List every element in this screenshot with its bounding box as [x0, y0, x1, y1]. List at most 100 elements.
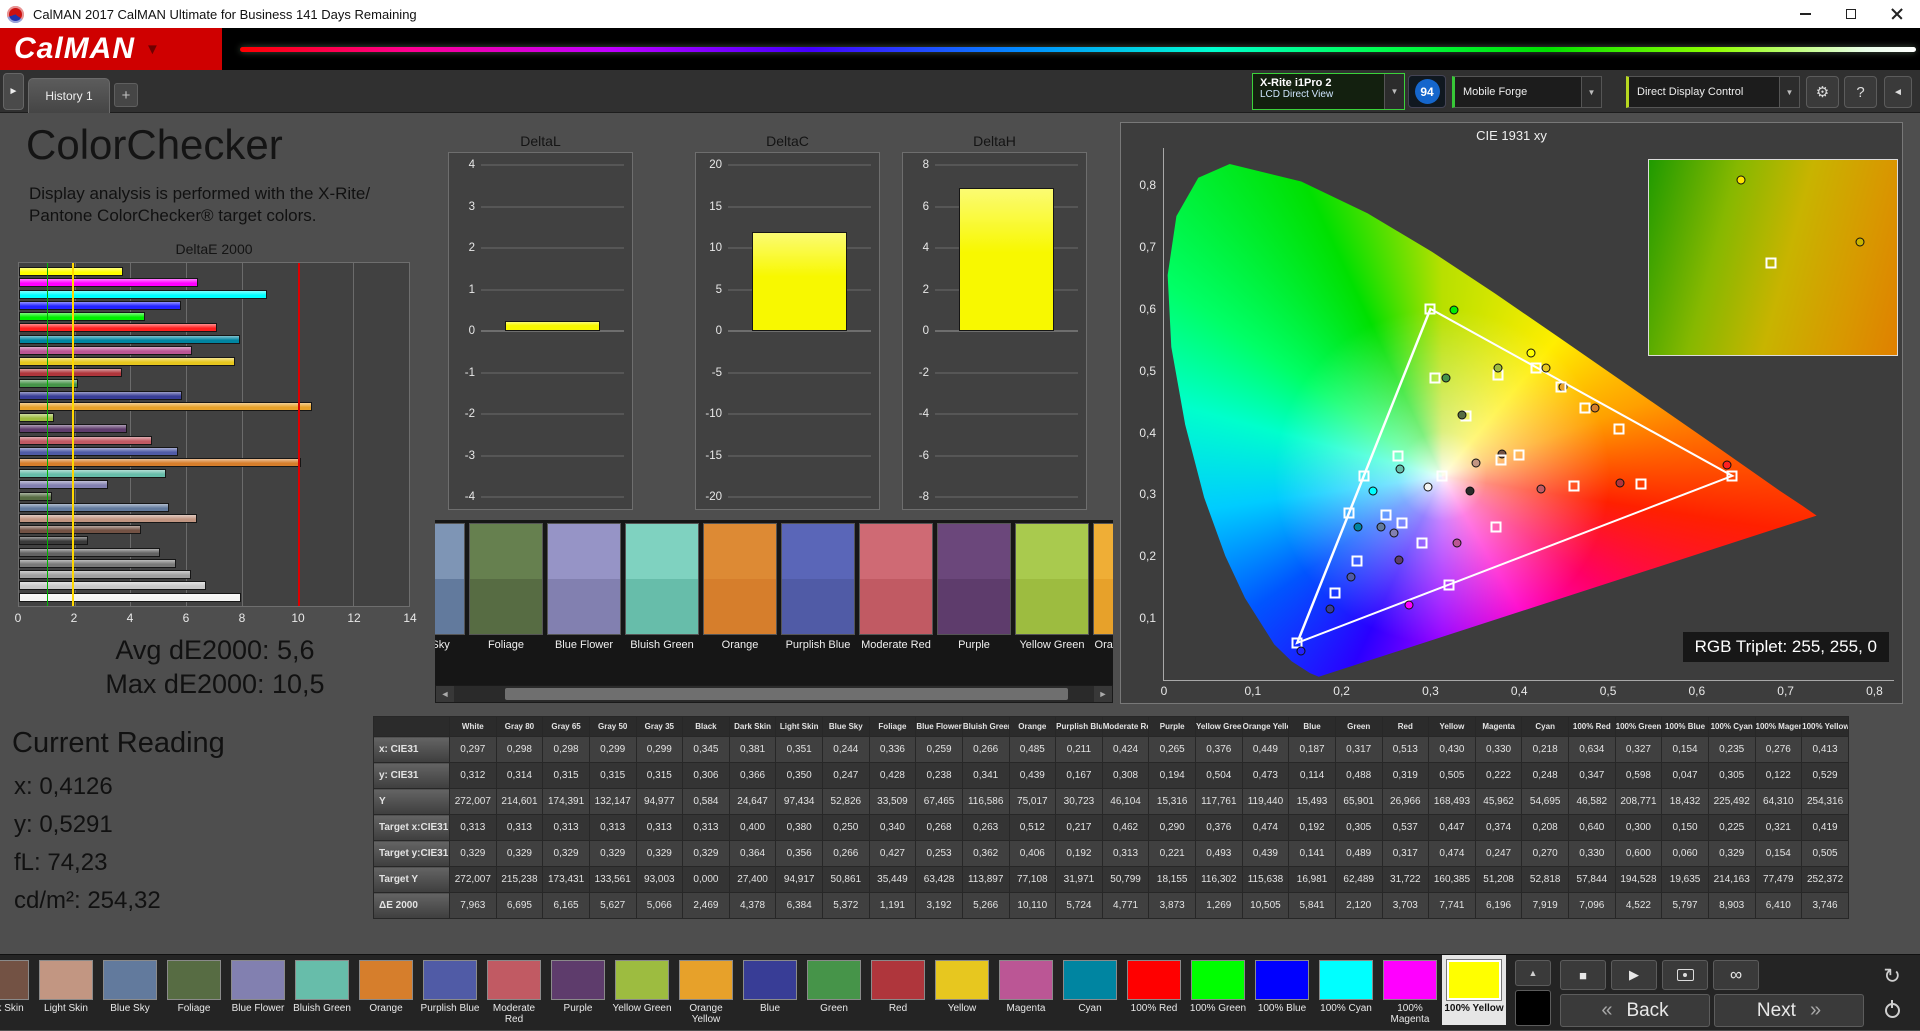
pattern-button-100-blue[interactable]: 100% Blue — [1250, 955, 1314, 1025]
refresh-icon: ↻ — [1883, 964, 1901, 989]
scrollbar-thumb[interactable] — [505, 688, 1068, 700]
pattern-button-orange-yellow[interactable]: Orange Yellow — [674, 955, 738, 1025]
pattern-button-green[interactable]: Green — [802, 955, 866, 1025]
chevron-down-icon[interactable]: ▼ — [1581, 77, 1601, 107]
scroll-right-icon[interactable]: ► — [1094, 686, 1112, 702]
deltae-bar — [19, 346, 192, 355]
deltae-bar — [19, 458, 301, 467]
pattern-button-moderate-red[interactable]: Moderate Red — [482, 955, 546, 1025]
pattern-button-bluish-green[interactable]: Bluish Green — [290, 955, 354, 1025]
deltae-bar — [19, 447, 178, 456]
close-button[interactable] — [1874, 0, 1920, 28]
display-control-label: Direct Display Control — [1637, 86, 1743, 98]
measured-marker — [1396, 465, 1405, 474]
deltae-bar — [19, 391, 182, 400]
chevron-down-icon[interactable]: ▼ — [1779, 77, 1799, 107]
table-column-header: 100% Blue — [1662, 717, 1709, 737]
deltae-chart — [18, 262, 410, 607]
table-column-header: Orange Yellow — [1242, 717, 1289, 737]
measure-button[interactable] — [1662, 960, 1708, 990]
inset-dot-marker — [1855, 237, 1864, 246]
pattern-button-light-skin[interactable]: Light Skin — [34, 955, 98, 1025]
pattern-button-orange[interactable]: Orange — [354, 955, 418, 1025]
deltae-bar — [19, 559, 176, 568]
pattern-button-100-green[interactable]: 100% Green — [1186, 955, 1250, 1025]
table-column-header: Dark Skin — [729, 717, 776, 737]
scrollbar-track[interactable] — [454, 686, 1094, 702]
calman-menu-button[interactable]: CalMAN ▼ — [0, 28, 222, 70]
source-dropdown[interactable]: Mobile Forge ▼ — [1452, 76, 1602, 108]
deltae-bar — [19, 514, 197, 523]
pattern-button-100-red[interactable]: 100% Red — [1122, 955, 1186, 1025]
pattern-button-red[interactable]: Red — [866, 955, 930, 1025]
add-tab-button[interactable]: + — [114, 83, 138, 107]
deltal-title: DeltaL — [448, 133, 633, 149]
pattern-button-blue-sky[interactable]: Blue Sky — [98, 955, 162, 1025]
deltae-bar — [19, 379, 78, 388]
settings-button[interactable]: ⚙ — [1806, 76, 1839, 108]
chevron-down-icon[interactable]: ▼ — [1384, 74, 1404, 109]
cie-chart-title: CIE 1931 xy — [1121, 128, 1902, 143]
reading-x: x: 0,4126 — [14, 773, 113, 801]
swatch-tile: Blue Flower — [547, 523, 621, 652]
meter-mode: LCD Direct View — [1260, 89, 1380, 100]
stop-button[interactable]: ■ — [1560, 960, 1606, 990]
table-column-header: Blue Sky — [823, 717, 870, 737]
pattern-button-blue-flower[interactable]: Blue Flower — [226, 955, 290, 1025]
measured-marker — [1395, 555, 1404, 564]
calman-logo-icon — [7, 6, 24, 23]
swatch-tile: Purple — [937, 523, 1011, 652]
back-button[interactable]: « Back — [1560, 994, 1710, 1027]
table-column-header: White — [450, 717, 497, 737]
pattern-toolbar: Dark SkinLight SkinBlue SkyFoliageBlue F… — [0, 954, 1920, 1030]
tab-history-1[interactable]: History 1 — [28, 78, 110, 113]
meter-dropdown[interactable]: X-Rite i1Pro 2 LCD Direct View ▼ — [1252, 73, 1405, 110]
pattern-button-blue[interactable]: Blue — [738, 955, 802, 1025]
pattern-button-purple[interactable]: Purple — [546, 955, 610, 1025]
table-column-header: Yellow — [1429, 717, 1476, 737]
pattern-button-cyan[interactable]: Cyan — [1058, 955, 1122, 1025]
next-button[interactable]: Next » — [1714, 994, 1864, 1027]
target-marker — [1569, 481, 1580, 492]
measured-marker — [1326, 605, 1335, 614]
scroll-left-icon[interactable]: ◄ — [436, 686, 454, 702]
target-marker — [1392, 451, 1403, 462]
pattern-button-dark-skin[interactable]: Dark Skin — [0, 955, 34, 1025]
expand-panel-button[interactable]: ▲ — [1515, 960, 1551, 986]
chevron-double-right-icon: » — [1810, 999, 1821, 1022]
meter-status-badge[interactable]: 94 — [1408, 75, 1446, 108]
pattern-button-yellow-green[interactable]: Yellow Green — [610, 955, 674, 1025]
table-column-header: 100% Cyan — [1708, 717, 1755, 737]
play-button[interactable]: ▶ — [1611, 960, 1657, 990]
continuous-measure-button[interactable]: ∞ — [1713, 960, 1759, 990]
help-button[interactable]: ? — [1844, 76, 1877, 108]
pattern-button-yellow[interactable]: Yellow — [930, 955, 994, 1025]
pattern-button-magenta[interactable]: Magenta — [994, 955, 1058, 1025]
pattern-button-100-cyan[interactable]: 100% Cyan — [1314, 955, 1378, 1025]
pattern-button-100-yellow[interactable]: 100% Yellow — [1442, 955, 1506, 1025]
pattern-preview-button[interactable] — [1515, 990, 1551, 1026]
target-marker — [1579, 403, 1590, 414]
deltac-plot — [728, 165, 871, 497]
pattern-button-purplish-blue[interactable]: Purplish Blue — [418, 955, 482, 1025]
layout-expander-button[interactable]: ► — [3, 73, 24, 110]
inset-dot-marker — [1736, 175, 1745, 184]
resume-button[interactable]: ↻ — [1874, 961, 1910, 991]
swatch-scrollbar[interactable]: ◄ ► — [435, 685, 1113, 703]
pattern-button-100-magenta[interactable]: 100% Magenta — [1378, 955, 1442, 1025]
measured-marker — [1541, 363, 1550, 372]
table-column-header: Cyan — [1522, 717, 1569, 737]
display-control-dropdown[interactable]: Direct Display Control ▼ — [1626, 76, 1800, 108]
description-line-2: Pantone ColorChecker® target colors. — [29, 205, 370, 227]
measured-marker — [1390, 528, 1399, 537]
minimize-button[interactable] — [1782, 0, 1828, 28]
table-column-header: Light Skin — [776, 717, 823, 737]
power-button[interactable] — [1874, 995, 1910, 1025]
table-row: Target Y272,007215,238173,431133,56193,0… — [374, 867, 1849, 893]
pattern-button-foliage[interactable]: Foliage — [162, 955, 226, 1025]
colorchecker-table: WhiteGray 80Gray 65Gray 50Gray 35BlackDa… — [373, 716, 1849, 919]
maximize-button[interactable] — [1828, 0, 1874, 28]
collapse-panel-button[interactable]: ◄ — [1884, 76, 1912, 108]
target-marker — [1429, 372, 1440, 383]
vchart-deltac: 20151050-5-10-15-20 — [695, 152, 880, 510]
